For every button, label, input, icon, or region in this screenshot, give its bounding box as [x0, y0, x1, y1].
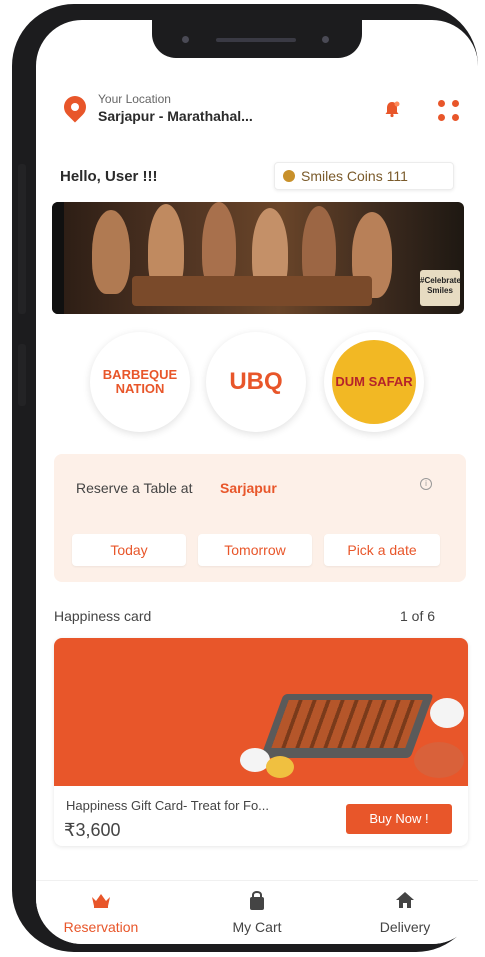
happiness-section-title: Happiness card — [54, 608, 152, 624]
grill-skewers — [271, 700, 423, 748]
brand-ubq[interactable]: UBQ — [206, 332, 306, 432]
location-value[interactable]: Sarjapur - Marathahal... — [98, 108, 253, 124]
menu-grid-icon[interactable] — [438, 100, 462, 124]
speaker-grille — [216, 38, 296, 42]
brand-dum-safar[interactable]: DUM SAFAR — [324, 332, 424, 432]
brand-logo: BARBEQUE NATION — [98, 340, 182, 424]
tab-label: Delivery — [379, 919, 431, 935]
carousel-page-count: 1 of 6 — [400, 608, 436, 624]
side-button-power — [18, 344, 26, 406]
home-icon — [340, 891, 470, 913]
gift-card-image — [54, 638, 468, 786]
bag-icon — [192, 890, 322, 913]
brand-label: DUM SAFAR — [335, 374, 413, 389]
happiness-gift-card[interactable]: Happiness Gift Card- Treat for Fo... ₹3,… — [54, 638, 468, 846]
tab-delivery[interactable]: Delivery — [340, 891, 470, 935]
food-plate — [414, 742, 464, 778]
promo-banner[interactable]: #Celebrate Smiles — [52, 202, 464, 314]
date-tomorrow-button[interactable]: Tomorrow — [198, 534, 312, 566]
notch — [152, 20, 362, 58]
info-icon[interactable]: i — [420, 478, 432, 490]
phone-frame: Your Location Sarjapur - Marathahal... H… — [12, 4, 478, 952]
tab-label: My Cart — [232, 919, 282, 935]
tab-my-cart[interactable]: My Cart — [192, 890, 322, 935]
banner-person — [92, 210, 130, 294]
brand-label: UBQ — [229, 368, 283, 395]
coins-label: Smiles Coins 111 — [301, 168, 408, 184]
app-screen: Your Location Sarjapur - Marathahal... H… — [36, 20, 478, 944]
gift-card-name: Happiness Gift Card- Treat for Fo... — [66, 798, 270, 813]
banner-hashtag-label: #Celebrate Smiles — [420, 270, 461, 306]
sauce-bowl — [266, 756, 294, 778]
camera-icon — [182, 36, 189, 43]
banner-table — [132, 276, 372, 306]
greeting: Hello, User !!! — [60, 168, 158, 185]
reserve-city[interactable]: Sarjapur — [220, 480, 277, 496]
greeting-user: User !!! — [105, 168, 158, 185]
tab-reservation[interactable]: Reservation — [36, 891, 166, 935]
location-pin-icon[interactable] — [59, 91, 91, 123]
brand-logo: UBQ — [214, 340, 298, 424]
banner-strip — [52, 202, 64, 314]
brand-label: BARBEQUE NATION — [102, 367, 178, 396]
date-today-button[interactable]: Today — [72, 534, 186, 566]
location-label: Your Location — [98, 92, 171, 106]
side-button-volume — [18, 164, 26, 314]
crown-icon — [36, 891, 166, 913]
brand-logo: DUM SAFAR — [332, 340, 416, 424]
notification-bell-icon[interactable] — [383, 100, 401, 118]
bottom-tab-bar: Reservation My Cart Delivery — [36, 880, 478, 944]
pick-date-button[interactable]: Pick a date — [324, 534, 440, 566]
greeting-hello: Hello, — [60, 168, 101, 185]
sensor-icon — [322, 36, 329, 43]
reserve-title: Reserve a Table at — [76, 480, 193, 496]
reserve-table-card: Reserve a Table at Sarjapur i Today Tomo… — [54, 454, 466, 582]
side-dish-bowl — [430, 698, 464, 728]
coin-icon — [283, 170, 295, 182]
tab-label: Reservation — [63, 919, 139, 935]
gift-card-price: ₹3,600 — [64, 820, 121, 840]
smiles-coins-badge[interactable]: Smiles Coins 111 — [274, 162, 454, 190]
buy-now-button[interactable]: Buy Now ! — [346, 804, 452, 834]
brand-barbeque-nation[interactable]: BARBEQUE NATION — [90, 332, 190, 432]
